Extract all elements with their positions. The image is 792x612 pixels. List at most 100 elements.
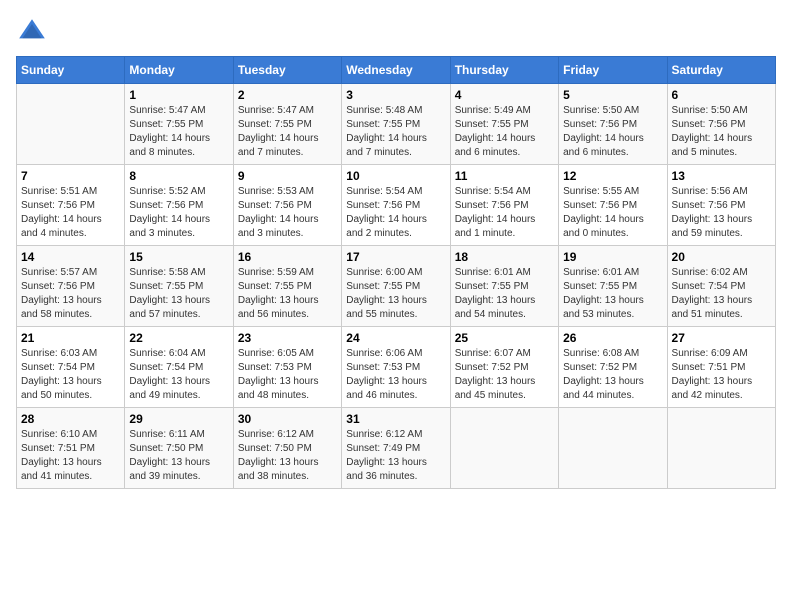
calendar-cell: 29 Sunrise: 6:11 AM Sunset: 7:50 PM Dayli… — [125, 408, 233, 489]
day-number: 19 — [563, 250, 662, 264]
day-number: 14 — [21, 250, 120, 264]
day-number: 26 — [563, 331, 662, 345]
day-content: Sunrise: 5:57 AM Sunset: 7:56 PM Dayligh… — [21, 266, 120, 322]
day-content: Sunrise: 5:48 AM Sunset: 7:55 PM Dayligh… — [346, 104, 445, 160]
col-header-saturday: Saturday — [667, 57, 775, 84]
calendar-cell: 26 Sunrise: 6:08 AM Sunset: 7:52 PM Dayli… — [559, 327, 667, 408]
day-number: 10 — [346, 169, 445, 183]
calendar-cell: 2 Sunrise: 5:47 AM Sunset: 7:55 PM Daylig… — [233, 84, 341, 165]
logo — [16, 16, 52, 48]
calendar-cell: 20 Sunrise: 6:02 AM Sunset: 7:54 PM Dayli… — [667, 246, 775, 327]
day-number: 11 — [455, 169, 554, 183]
day-content: Sunrise: 6:08 AM Sunset: 7:52 PM Dayligh… — [563, 347, 662, 403]
calendar-cell: 1 Sunrise: 5:47 AM Sunset: 7:55 PM Daylig… — [125, 84, 233, 165]
calendar-cell: 31 Sunrise: 6:12 AM Sunset: 7:49 PM Dayli… — [342, 408, 450, 489]
calendar-cell: 5 Sunrise: 5:50 AM Sunset: 7:56 PM Daylig… — [559, 84, 667, 165]
calendar-cell: 25Sunrise: 6:07 AM Sunset: 7:52 PM Dayli… — [450, 327, 558, 408]
calendar-table: SundayMondayTuesdayWednesdayThursdayFrid… — [16, 56, 776, 489]
day-number: 13 — [672, 169, 771, 183]
day-number: 5 — [563, 88, 662, 102]
day-number: 31 — [346, 412, 445, 426]
week-row-4: 21Sunrise: 6:03 AM Sunset: 7:54 PM Dayli… — [17, 327, 776, 408]
day-number: 6 — [672, 88, 771, 102]
col-header-sunday: Sunday — [17, 57, 125, 84]
calendar-cell: 6Sunrise: 5:50 AM Sunset: 7:56 PM Daylig… — [667, 84, 775, 165]
day-number: 3 — [346, 88, 445, 102]
day-content: Sunrise: 5:53 AM Sunset: 7:56 PM Dayligh… — [238, 185, 337, 241]
day-number: 1 — [129, 88, 228, 102]
calendar-cell: 27Sunrise: 6:09 AM Sunset: 7:51 PM Dayli… — [667, 327, 775, 408]
calendar-cell: 14 Sunrise: 5:57 AM Sunset: 7:56 PM Dayli… — [17, 246, 125, 327]
week-row-3: 14 Sunrise: 5:57 AM Sunset: 7:56 PM Dayli… — [17, 246, 776, 327]
day-content: Sunrise: 5:56 AM Sunset: 7:56 PM Dayligh… — [672, 185, 771, 241]
calendar-cell: 15 Sunrise: 5:58 AM Sunset: 7:55 PM Dayli… — [125, 246, 233, 327]
calendar-cell: 19 Sunrise: 6:01 AM Sunset: 7:55 PM Dayli… — [559, 246, 667, 327]
day-number: 29 — [129, 412, 228, 426]
calendar-cell — [450, 408, 558, 489]
calendar-cell: 3 Sunrise: 5:48 AM Sunset: 7:55 PM Daylig… — [342, 84, 450, 165]
day-content: Sunrise: 6:09 AM Sunset: 7:51 PM Dayligh… — [672, 347, 771, 403]
day-number: 15 — [129, 250, 228, 264]
day-content: Sunrise: 6:12 AM Sunset: 7:50 PM Dayligh… — [238, 428, 337, 484]
calendar-cell: 22 Sunrise: 6:04 AM Sunset: 7:54 PM Dayli… — [125, 327, 233, 408]
calendar-cell: 9 Sunrise: 5:53 AM Sunset: 7:56 PM Daylig… — [233, 165, 341, 246]
day-content: Sunrise: 5:55 AM Sunset: 7:56 PM Dayligh… — [563, 185, 662, 241]
calendar-cell: 24Sunrise: 6:06 AM Sunset: 7:53 PM Dayli… — [342, 327, 450, 408]
day-content: Sunrise: 6:03 AM Sunset: 7:54 PM Dayligh… — [21, 347, 120, 403]
day-content: Sunrise: 5:52 AM Sunset: 7:56 PM Dayligh… — [129, 185, 228, 241]
calendar-cell: 4Sunrise: 5:49 AM Sunset: 7:55 PM Daylig… — [450, 84, 558, 165]
day-number: 8 — [129, 169, 228, 183]
day-number: 25 — [455, 331, 554, 345]
calendar-cell: 11 Sunrise: 5:54 AM Sunset: 7:56 PM Dayli… — [450, 165, 558, 246]
day-content: Sunrise: 6:00 AM Sunset: 7:55 PM Dayligh… — [346, 266, 445, 322]
calendar-cell — [559, 408, 667, 489]
day-number: 7 — [21, 169, 120, 183]
day-content: Sunrise: 6:01 AM Sunset: 7:55 PM Dayligh… — [455, 266, 554, 322]
calendar-cell: 18 Sunrise: 6:01 AM Sunset: 7:55 PM Dayli… — [450, 246, 558, 327]
day-content: Sunrise: 6:01 AM Sunset: 7:55 PM Dayligh… — [563, 266, 662, 322]
day-content: Sunrise: 5:47 AM Sunset: 7:55 PM Dayligh… — [129, 104, 228, 160]
calendar-cell: 10Sunrise: 5:54 AM Sunset: 7:56 PM Dayli… — [342, 165, 450, 246]
col-header-monday: Monday — [125, 57, 233, 84]
day-content: Sunrise: 6:05 AM Sunset: 7:53 PM Dayligh… — [238, 347, 337, 403]
logo-icon — [16, 16, 48, 48]
day-content: Sunrise: 6:11 AM Sunset: 7:50 PM Dayligh… — [129, 428, 228, 484]
week-row-1: 1 Sunrise: 5:47 AM Sunset: 7:55 PM Daylig… — [17, 84, 776, 165]
day-content: Sunrise: 6:12 AM Sunset: 7:49 PM Dayligh… — [346, 428, 445, 484]
calendar-cell: 8 Sunrise: 5:52 AM Sunset: 7:56 PM Daylig… — [125, 165, 233, 246]
page-header — [16, 16, 776, 48]
week-row-2: 7 Sunrise: 5:51 AM Sunset: 7:56 PM Daylig… — [17, 165, 776, 246]
calendar-cell: 28Sunrise: 6:10 AM Sunset: 7:51 PM Dayli… — [17, 408, 125, 489]
day-number: 20 — [672, 250, 771, 264]
day-number: 12 — [563, 169, 662, 183]
col-header-thursday: Thursday — [450, 57, 558, 84]
day-number: 24 — [346, 331, 445, 345]
day-content: Sunrise: 5:51 AM Sunset: 7:56 PM Dayligh… — [21, 185, 120, 241]
day-content: Sunrise: 5:50 AM Sunset: 7:56 PM Dayligh… — [563, 104, 662, 160]
calendar-cell: 13 Sunrise: 5:56 AM Sunset: 7:56 PM Dayli… — [667, 165, 775, 246]
day-number: 18 — [455, 250, 554, 264]
day-number: 2 — [238, 88, 337, 102]
calendar-cell: 12 Sunrise: 5:55 AM Sunset: 7:56 PM Dayli… — [559, 165, 667, 246]
calendar-cell: 21Sunrise: 6:03 AM Sunset: 7:54 PM Dayli… — [17, 327, 125, 408]
day-number: 16 — [238, 250, 337, 264]
day-number: 22 — [129, 331, 228, 345]
calendar-header: SundayMondayTuesdayWednesdayThursdayFrid… — [17, 57, 776, 84]
day-content: Sunrise: 6:04 AM Sunset: 7:54 PM Dayligh… — [129, 347, 228, 403]
calendar-cell: 23 Sunrise: 6:05 AM Sunset: 7:53 PM Dayli… — [233, 327, 341, 408]
calendar-cell: 7 Sunrise: 5:51 AM Sunset: 7:56 PM Daylig… — [17, 165, 125, 246]
day-content: Sunrise: 5:47 AM Sunset: 7:55 PM Dayligh… — [238, 104, 337, 160]
day-content: Sunrise: 5:54 AM Sunset: 7:56 PM Dayligh… — [455, 185, 554, 241]
calendar-cell — [667, 408, 775, 489]
day-number: 17 — [346, 250, 445, 264]
day-number: 23 — [238, 331, 337, 345]
col-header-wednesday: Wednesday — [342, 57, 450, 84]
day-content: Sunrise: 6:02 AM Sunset: 7:54 PM Dayligh… — [672, 266, 771, 322]
day-content: Sunrise: 5:58 AM Sunset: 7:55 PM Dayligh… — [129, 266, 228, 322]
calendar-cell: 16 Sunrise: 5:59 AM Sunset: 7:55 PM Dayli… — [233, 246, 341, 327]
day-number: 9 — [238, 169, 337, 183]
day-number: 4 — [455, 88, 554, 102]
day-number: 28 — [21, 412, 120, 426]
calendar-cell: 30Sunrise: 6:12 AM Sunset: 7:50 PM Dayli… — [233, 408, 341, 489]
day-content: Sunrise: 5:59 AM Sunset: 7:55 PM Dayligh… — [238, 266, 337, 322]
